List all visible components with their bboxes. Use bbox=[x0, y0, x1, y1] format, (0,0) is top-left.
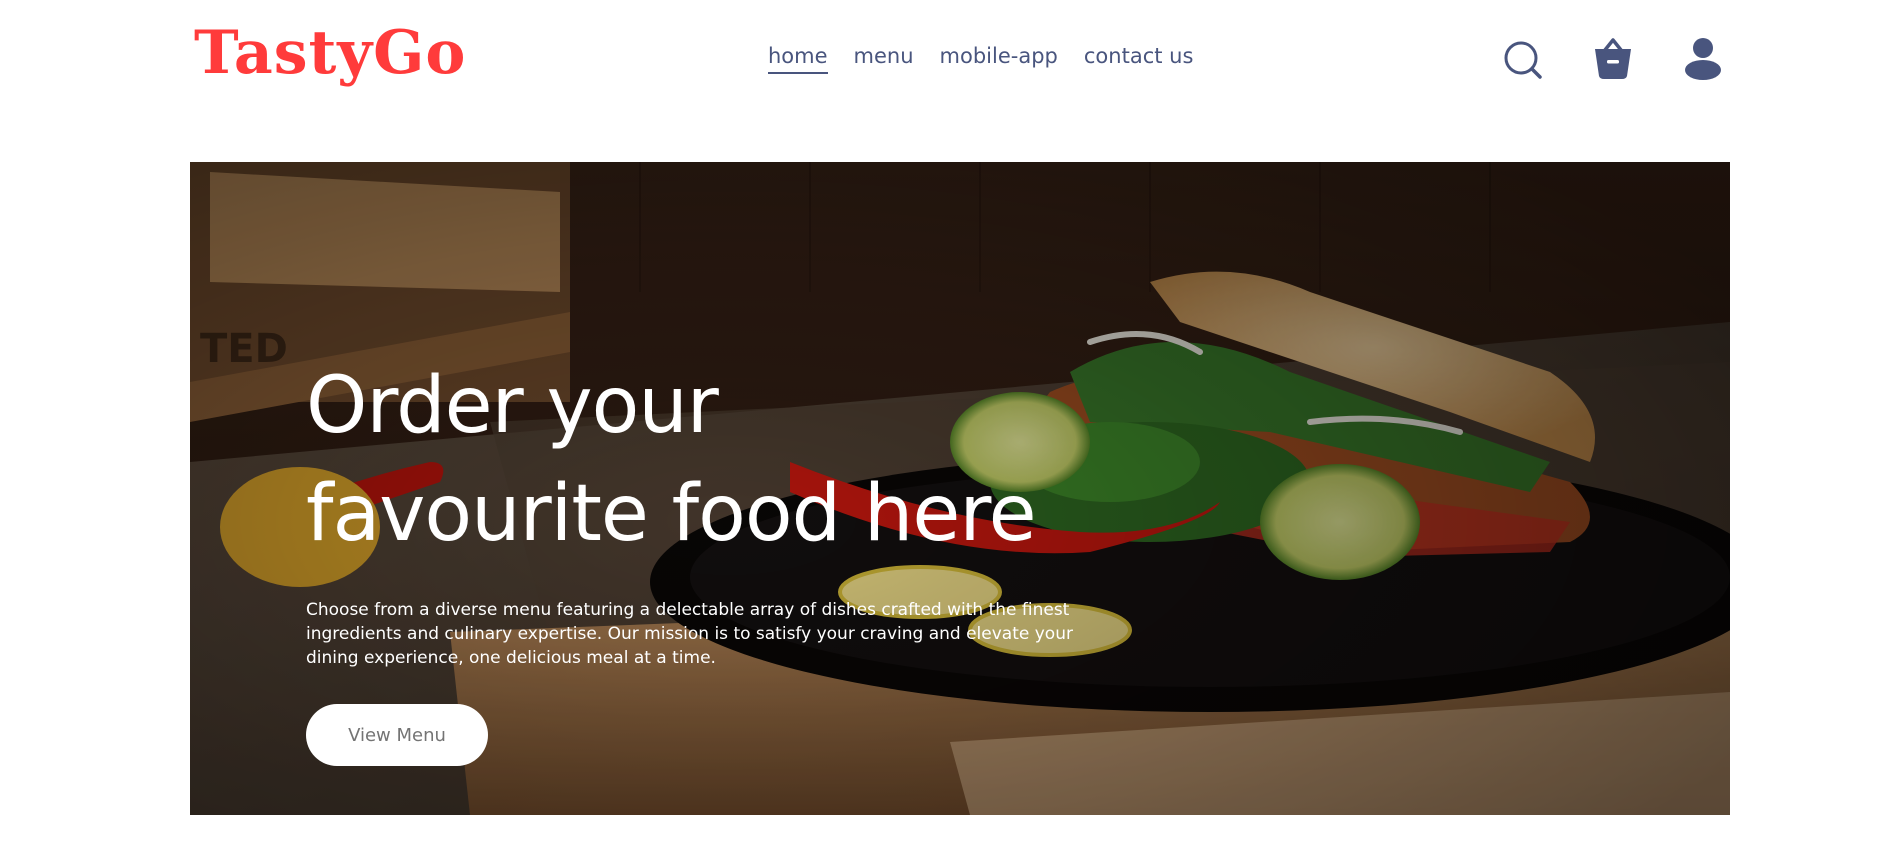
nav-item-home[interactable]: home bbox=[768, 44, 828, 74]
search-icon[interactable] bbox=[1503, 36, 1543, 80]
view-menu-button[interactable]: View Menu bbox=[306, 704, 488, 766]
hero-title-line-1: Order your bbox=[306, 361, 719, 451]
navbar: TastyGo home menu mobile-app contact us bbox=[0, 0, 1879, 120]
profile-icon[interactable] bbox=[1683, 36, 1723, 80]
hero-description: Choose from a diverse menu featuring a d… bbox=[306, 600, 1073, 668]
logo[interactable]: TastyGo bbox=[194, 18, 466, 88]
basket-icon[interactable] bbox=[1593, 36, 1633, 80]
nav-item-mobile-app[interactable]: mobile-app bbox=[940, 44, 1058, 74]
hero-content: Order your favourite food here Choose fr… bbox=[306, 352, 1166, 766]
nav-item-contact-us[interactable]: contact us bbox=[1084, 44, 1194, 74]
nav-icons bbox=[1503, 36, 1723, 80]
hero-title: Order your favourite food here bbox=[306, 352, 1166, 568]
nav-item-menu[interactable]: menu bbox=[854, 44, 914, 74]
hero-banner: TED Order your bbox=[190, 162, 1730, 815]
hero-title-line-2: favourite food here bbox=[306, 469, 1037, 559]
nav-menu: home menu mobile-app contact us bbox=[768, 44, 1193, 74]
